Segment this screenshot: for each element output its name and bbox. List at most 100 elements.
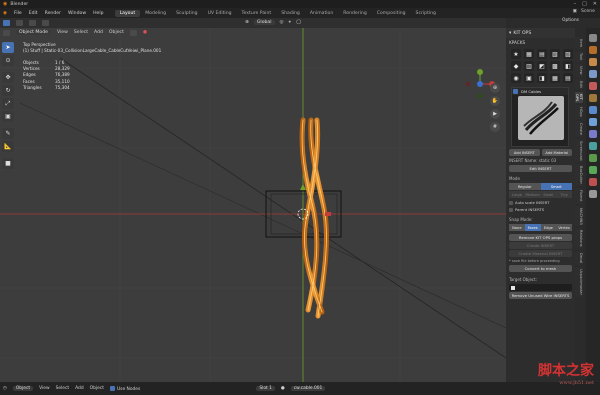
tab-item[interactable]: Item [575, 37, 583, 50]
parent-inserts-checkbox[interactable]: Parent INSERTS [506, 206, 575, 213]
object-properties-icon[interactable] [589, 106, 597, 114]
tab-uv-editing[interactable]: UV Editing [203, 10, 237, 17]
physics-icon[interactable] [589, 142, 597, 150]
create-material-insert-button[interactable]: Create Material INSERT [509, 250, 572, 257]
cursor-tool-icon[interactable]: ⊙ [2, 55, 14, 66]
select-box-icon[interactable] [16, 20, 23, 26]
add-menu[interactable]: Add [94, 30, 103, 35]
scale-tiny-option[interactable]: Tiny [556, 191, 572, 198]
tool-properties-icon[interactable] [589, 34, 597, 42]
tab-texture-paint[interactable]: Texture Paint [237, 10, 277, 17]
kpack-icon[interactable]: ◩ [537, 61, 547, 71]
mode-dropdown[interactable]: Object Mode [16, 30, 51, 35]
status-view-menu[interactable]: View [39, 386, 49, 391]
use-nodes-toggle[interactable]: Use Nodes [109, 385, 140, 392]
blender-menu-icon[interactable]: ◉ [3, 11, 7, 16]
tab-fluent[interactable]: Fluent [575, 188, 583, 204]
rotate-tool-icon[interactable]: ↻ [2, 85, 14, 96]
camera-icon[interactable]: ▶ [490, 109, 500, 119]
tab-create[interactable]: Create [575, 120, 583, 137]
tab-tool[interactable]: Tool [575, 51, 583, 63]
pivot-icon[interactable]: ◎ [280, 20, 284, 25]
menu-file[interactable]: File [14, 11, 22, 16]
mode-smart-option[interactable]: Smart [540, 183, 572, 190]
checkbox-box[interactable] [509, 207, 513, 212]
tab-uvpackmaster[interactable]: Uvpackmaster [575, 267, 583, 298]
mode-regular-option[interactable]: Regular [509, 183, 541, 190]
zoom-icon[interactable]: ⊕ [490, 83, 500, 93]
material-name-field[interactable]: cw.cable.001 [290, 386, 326, 391]
editor-mode-icon[interactable] [3, 29, 10, 36]
tab-scripting[interactable]: Scripting [411, 10, 441, 17]
collapse-arrow-icon[interactable]: ▾ [509, 31, 511, 36]
object-dropdown[interactable]: Object [12, 386, 34, 391]
proportional-icon[interactable]: ◯ [296, 20, 301, 25]
kpack-icon[interactable]: ▨ [563, 49, 573, 59]
material-properties-icon[interactable] [589, 178, 597, 186]
auto-scale-checkbox[interactable]: Auto scale INSERT [506, 199, 575, 206]
scene-selector[interactable]: Scene [581, 9, 595, 14]
modifier-wrench-icon[interactable] [589, 118, 597, 126]
view-menu[interactable]: View [57, 30, 68, 35]
3d-viewport[interactable]: Top Perspective (1) Stuff | Static-03_Co… [0, 28, 506, 382]
tab-edit[interactable]: Edit [575, 78, 583, 90]
object-menu[interactable]: Object [109, 30, 124, 35]
target-object-field[interactable] [509, 284, 572, 291]
add-cube-tool-icon[interactable]: ■ [2, 158, 14, 169]
kpack-icon[interactable]: ◆ [511, 61, 521, 71]
world-properties-icon[interactable] [589, 94, 597, 102]
annotate-tool-icon[interactable]: ✎ [2, 128, 14, 139]
kpack-icon[interactable]: ▧ [550, 49, 560, 59]
material-slot-dropdown[interactable]: Slot 1 [256, 386, 275, 391]
checkbox-icon[interactable] [109, 385, 115, 391]
convert-to-mesh-button[interactable]: Convert to mesh [509, 265, 572, 272]
tab-screencast[interactable]: Screencast [575, 138, 583, 163]
kpack-icon[interactable]: ◨ [537, 73, 547, 83]
shading-icon[interactable]: ● [143, 30, 147, 35]
insert-thumbnail[interactable] [518, 96, 564, 140]
remove-unused-wire-inserts-button[interactable]: Remove Unused Wire INSERTS [509, 292, 572, 299]
panel-header[interactable]: ▾ KIT OPS [506, 28, 575, 38]
scene-properties-icon[interactable] [589, 82, 597, 90]
star-icon[interactable]: ★ [511, 49, 521, 59]
select-tool-icon[interactable]: ➤ [2, 42, 14, 53]
kpack-icon[interactable]: ◉ [511, 73, 521, 83]
status-select-menu[interactable]: Select [56, 386, 70, 391]
scale-tool-icon[interactable]: ⤢ [2, 98, 14, 109]
select-menu[interactable]: Select [74, 30, 88, 35]
remove-kitops-props-button[interactable]: Remove KIT OPS props [509, 234, 572, 241]
snap-faces-option[interactable]: Faces [524, 224, 541, 231]
pan-hand-icon[interactable]: ✋ [490, 96, 500, 106]
tab-modeling[interactable]: Modeling [140, 10, 171, 17]
maximize-icon[interactable]: □ [582, 1, 587, 7]
tab-machin3[interactable]: MACHIN3 [575, 205, 583, 227]
create-insert-button[interactable]: Create INSERT [509, 242, 572, 249]
menu-render[interactable]: Render [45, 11, 61, 16]
particles-icon[interactable] [589, 130, 597, 138]
kpack-icon[interactable]: ▩ [550, 61, 560, 71]
tab-sculpting[interactable]: Sculpting [171, 10, 202, 17]
editor-type-icon[interactable] [3, 20, 10, 26]
status-object-menu[interactable]: Object [90, 386, 104, 391]
select-subtract-icon[interactable] [42, 20, 49, 26]
kpack-icon[interactable]: ▦ [550, 73, 560, 83]
menu-help[interactable]: Help [93, 11, 103, 16]
constraints-icon[interactable] [589, 154, 597, 162]
tab-compositing[interactable]: Compositing [372, 10, 411, 17]
tab-hops[interactable]: HOps [575, 104, 583, 119]
snap-icon[interactable]: ⌖ [289, 19, 292, 25]
texture-properties-icon[interactable] [589, 190, 597, 198]
object-data-icon[interactable] [589, 166, 597, 174]
kitops-header-icon[interactable] [129, 29, 137, 36]
tab-boxcutter[interactable]: BoxCutter [575, 164, 583, 187]
kpack-icon[interactable]: ▤ [563, 73, 573, 83]
checkbox-box[interactable] [509, 200, 513, 205]
kpack-icon[interactable]: ▦ [524, 49, 534, 59]
tab-animation[interactable]: Animation [305, 10, 338, 17]
tab-decal[interactable]: Decal [575, 250, 583, 266]
scale-large-option[interactable]: Large [509, 191, 525, 198]
snap-vertex-option[interactable]: Vertex [556, 224, 572, 231]
ortho-grid-icon[interactable]: # [490, 122, 500, 132]
tab-view[interactable]: View [575, 64, 583, 77]
menu-edit[interactable]: Edit [29, 11, 38, 16]
